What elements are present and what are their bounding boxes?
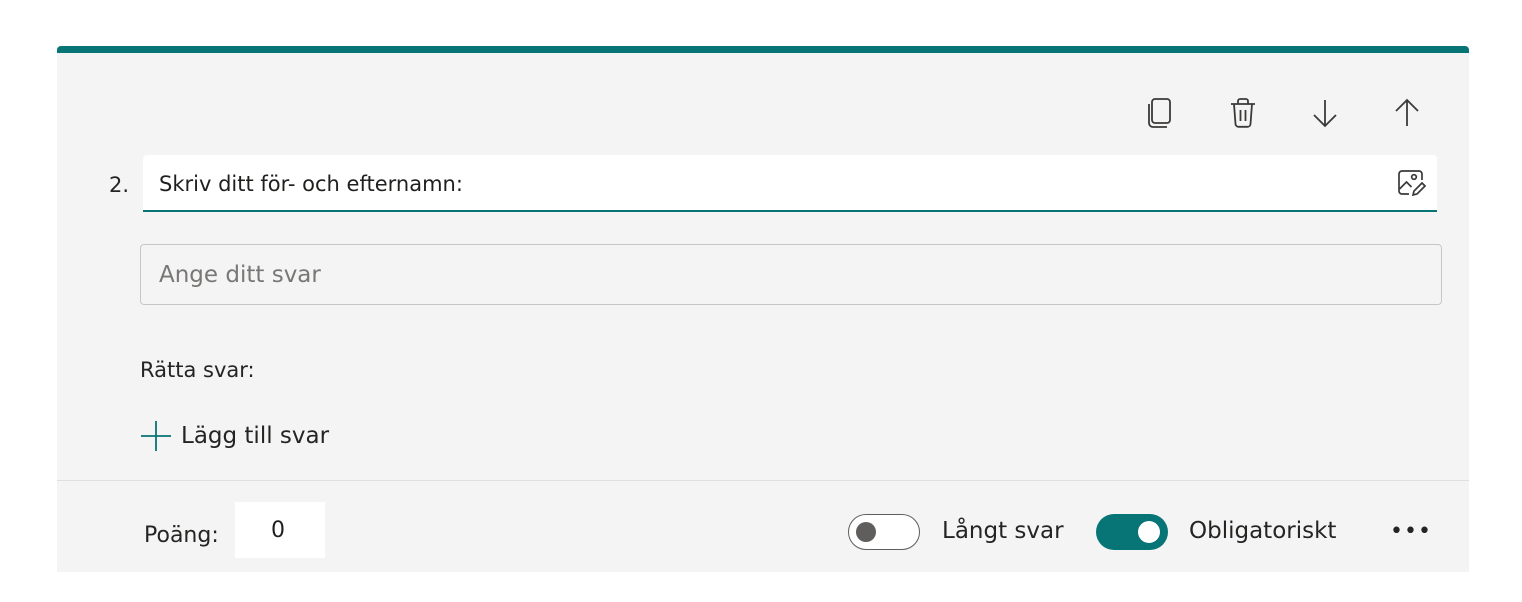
points-input[interactable] [235, 502, 325, 558]
move-down-button[interactable] [1303, 91, 1347, 135]
copy-icon [1148, 98, 1171, 128]
required-toggle[interactable] [1096, 514, 1168, 550]
required-label: Obligatoriskt [1189, 518, 1337, 544]
question-toolbar [1139, 91, 1429, 135]
move-up-icon [1395, 98, 1419, 126]
long-answer-label: Långt svar [942, 518, 1064, 544]
correct-answers-label: Rätta svar: [140, 358, 255, 382]
delete-button[interactable] [1221, 91, 1265, 135]
copy-button[interactable] [1139, 91, 1183, 135]
add-answer-label: Lägg till svar [181, 423, 330, 449]
insert-media-button[interactable] [1395, 167, 1427, 199]
move-down-icon [1313, 100, 1337, 128]
toggle-knob [856, 522, 876, 542]
add-answer-button[interactable]: Lägg till svar [139, 419, 329, 453]
answer-input-box[interactable] [140, 244, 1442, 305]
question-title-field[interactable]: Skriv ditt för- och efternamn: [143, 155, 1437, 212]
image-edit-icon [1398, 170, 1426, 197]
delete-icon [1231, 98, 1255, 128]
points-label: Poäng: [144, 523, 219, 548]
toggle-knob [1138, 521, 1160, 543]
answer-input[interactable] [141, 245, 1441, 304]
points-input-box[interactable] [235, 502, 325, 558]
plus-icon [141, 421, 171, 451]
question-number: 2. [109, 173, 130, 197]
question-card: 2. Skriv ditt för- och efternamn: Rätta … [57, 46, 1469, 572]
move-up-button[interactable] [1385, 91, 1429, 135]
more-options-button[interactable]: ••• [1390, 513, 1431, 549]
long-answer-toggle[interactable] [848, 514, 920, 550]
footer-divider [57, 480, 1469, 481]
question-title[interactable]: Skriv ditt för- och efternamn: [159, 172, 463, 196]
